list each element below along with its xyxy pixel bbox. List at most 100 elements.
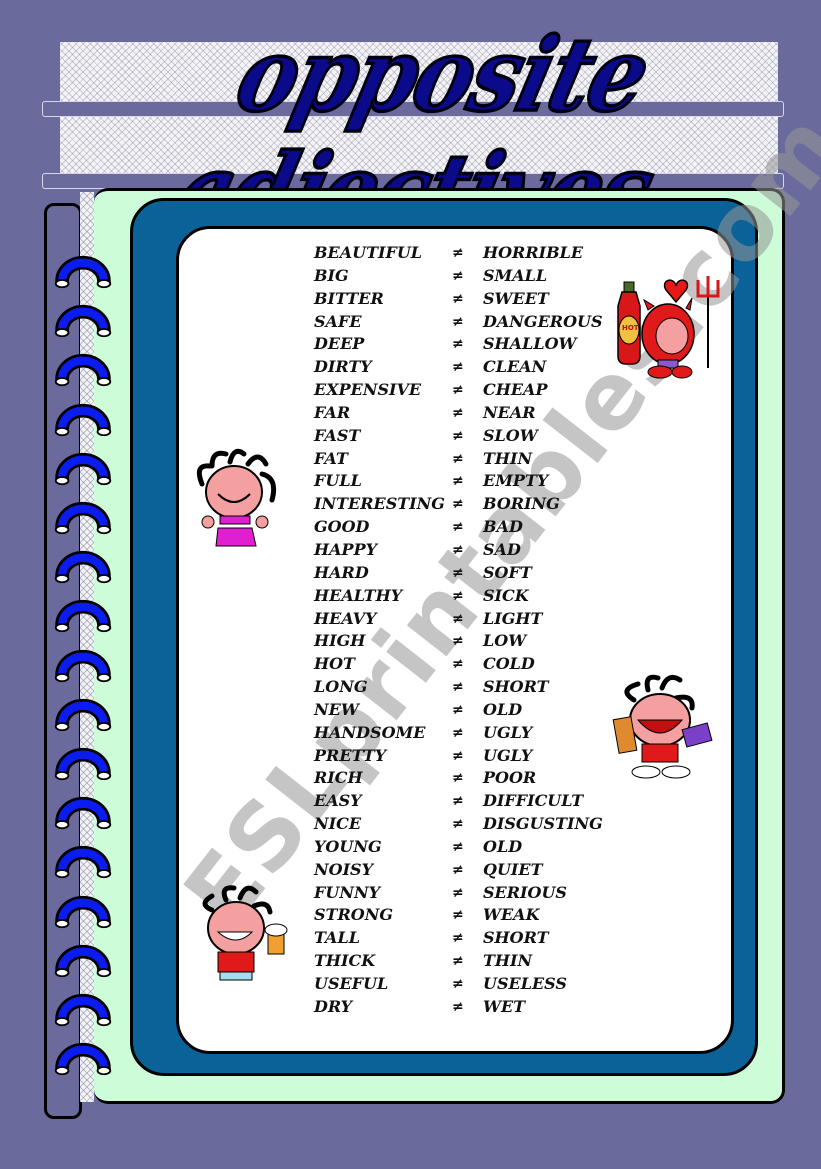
- spiral-ring-icon: [54, 649, 112, 682]
- kid-with-drink-illustration: [202, 885, 288, 981]
- opposite-adjective: SMALL: [483, 265, 548, 285]
- opposite-adjective: UGLY: [483, 745, 533, 765]
- heart-icon: [663, 279, 689, 304]
- opposite-adjective: SHORT: [483, 928, 549, 948]
- not-equal-icon: ≠: [452, 770, 464, 787]
- opposite-adjective: WET: [483, 996, 526, 1016]
- adjective: PRETTY: [314, 745, 387, 765]
- spiral-ring-icon: [54, 993, 112, 1027]
- adjective: DEEP: [314, 334, 365, 354]
- opposite-adjective: SERIOUS: [483, 882, 567, 902]
- opposite-adjective: THIN: [483, 951, 533, 971]
- opposite-adjective: POOR: [483, 768, 537, 788]
- kid-eating-chocolate-illustration: [612, 674, 713, 779]
- not-equal-icon: ≠: [452, 382, 464, 399]
- adjective: DIRTY: [314, 357, 372, 377]
- not-equal-icon: ≠: [452, 404, 464, 421]
- not-equal-icon: ≠: [452, 656, 464, 673]
- not-equal-icon: ≠: [452, 564, 464, 581]
- not-equal-icon: ≠: [452, 953, 464, 970]
- adjective: EXPENSIVE: [314, 380, 422, 400]
- not-equal-icon: ≠: [452, 245, 464, 261]
- opposite-adjective: DISGUSTING: [483, 814, 603, 834]
- adjective: RICH: [314, 768, 363, 788]
- opposite-adjective: SOFT: [483, 562, 532, 582]
- not-equal-icon: ≠: [452, 907, 464, 924]
- opposite-adjective: SHALLOW: [483, 334, 577, 354]
- adjective: NOISY: [314, 859, 374, 879]
- spiral-ring-icon: [54, 698, 112, 731]
- opposite-adjective: BORING: [483, 494, 560, 514]
- opposite-adjective: SAD: [483, 539, 521, 559]
- not-equal-icon: ≠: [452, 519, 464, 536]
- not-equal-icon: ≠: [452, 998, 464, 1015]
- opposite-adjective: COLD: [483, 654, 535, 674]
- opposite-adjective: SICK: [483, 585, 529, 605]
- spiral-ring-icon: [54, 895, 112, 928]
- opposite-adjective: BAD: [483, 517, 523, 537]
- adjective: FAT: [314, 448, 348, 468]
- girl-illustration: [196, 448, 277, 547]
- devil-hot-sauce-illustration: HOT STUFF: [617, 276, 720, 379]
- not-equal-icon: ≠: [452, 267, 464, 284]
- opposite-adjective: SHORT: [483, 677, 549, 697]
- adjective: EASY: [314, 791, 362, 811]
- not-equal-icon: ≠: [452, 290, 464, 307]
- adjective: BITTER: [314, 288, 384, 308]
- opposite-adjective: LOW: [483, 631, 527, 651]
- not-equal-icon: ≠: [452, 724, 464, 741]
- adjective: TALL: [314, 928, 360, 948]
- not-equal-icon: ≠: [452, 633, 464, 650]
- not-equal-icon: ≠: [452, 793, 464, 810]
- opposite-adjective: OLD: [483, 699, 523, 719]
- opposite-adjective: UGLY: [483, 722, 533, 742]
- adjective: LONG: [314, 677, 368, 697]
- spiral-ring-icon: [54, 747, 112, 781]
- not-equal-icon: ≠: [452, 747, 464, 764]
- not-equal-icon: ≠: [452, 427, 464, 444]
- spiral-ring-icon: [54, 501, 112, 535]
- spiral-ring-icon: [54, 797, 112, 830]
- adjective: BIG: [314, 265, 349, 285]
- not-equal-icon: ≠: [452, 861, 464, 878]
- spiral-ring-icon: [54, 255, 112, 289]
- not-equal-icon: ≠: [452, 450, 464, 467]
- adjective: FAR: [314, 402, 351, 422]
- opposite-adjective: LIGHT: [483, 608, 543, 628]
- not-equal-icon: ≠: [452, 610, 464, 627]
- adjective: BEAUTIFUL: [314, 243, 423, 262]
- spiral-ring-icon: [54, 354, 112, 387]
- spiral-ring-icon: [54, 551, 112, 584]
- opposite-adjective: WEAK: [483, 905, 540, 925]
- spiral-ring-icon: [54, 452, 112, 485]
- adjective: GOOD: [314, 517, 370, 537]
- spiral-ring-icon: [54, 305, 112, 338]
- not-equal-icon: ≠: [452, 587, 464, 604]
- not-equal-icon: ≠: [452, 359, 464, 376]
- opposite-adjective: USELESS: [483, 974, 567, 993]
- opposite-adjective: QUIET: [483, 859, 543, 879]
- adjective: STRONG: [314, 905, 393, 925]
- adjective: FUNNY: [314, 882, 380, 902]
- adjective: YOUNG: [314, 836, 382, 856]
- adjective: HARD: [314, 562, 369, 582]
- spiral-ring-icon: [54, 944, 112, 977]
- opposite-adjective: SWEET: [483, 288, 549, 308]
- opposite-adjective: CHEAP: [483, 380, 548, 400]
- not-equal-icon: ≠: [452, 930, 464, 947]
- adjective: HAPPY: [314, 539, 378, 559]
- adjective: INTERESTING: [314, 494, 445, 514]
- not-equal-icon: ≠: [452, 884, 464, 901]
- adjective: HANDSOME: [314, 722, 426, 742]
- spiral-ring-icon: [54, 846, 112, 879]
- not-equal-icon: ≠: [452, 976, 464, 992]
- not-equal-icon: ≠: [452, 336, 464, 353]
- adjective: FAST: [314, 425, 361, 445]
- adjective: DRY: [314, 996, 353, 1016]
- adjective: NICE: [314, 814, 362, 834]
- adjective: SAFE: [314, 311, 362, 331]
- opposite-adjective: CLEAN: [483, 357, 547, 377]
- adjective: HOT: [314, 654, 355, 674]
- not-equal-icon: ≠: [452, 541, 464, 558]
- adjective: NEW: [314, 699, 359, 719]
